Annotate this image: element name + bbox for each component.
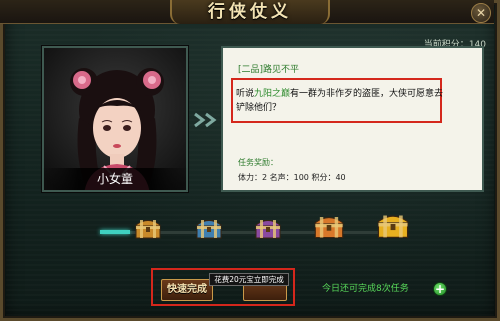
plus-icon: + bbox=[434, 282, 446, 296]
location-link[interactable]: 九阳之巅 bbox=[254, 89, 290, 99]
desc-prefix: 听说 bbox=[236, 89, 255, 99]
quest-title: [二品]路见不平 bbox=[238, 65, 300, 75]
rewards-label: 任务奖励： bbox=[238, 158, 278, 167]
daily-remaining: 今日还可完成8次任务 bbox=[322, 284, 409, 294]
gold-chest-icon[interactable] bbox=[376, 208, 410, 240]
cost-tooltip: 花费20元宝立即完成 bbox=[209, 273, 289, 286]
quick-complete-button[interactable]: 快速完成 bbox=[161, 279, 213, 301]
progress-fill bbox=[100, 230, 130, 234]
quest-description: 听说九阳之巅有一群为非作歹的盗匪，大侠可愿意去 bbox=[236, 86, 444, 100]
quest-description-line2: 铲除他们？ bbox=[236, 103, 282, 113]
desc-suffix: 有一群为非作歹的盗匪，大侠可愿意去 bbox=[290, 89, 444, 99]
add-attempts-button[interactable]: + bbox=[433, 282, 447, 296]
orange-chest-icon[interactable] bbox=[313, 210, 345, 240]
rewards-values: 体力：2 名声：100 积分：40 bbox=[238, 173, 346, 182]
close-icon: ✕ bbox=[475, 6, 487, 20]
close-button[interactable]: ✕ bbox=[471, 3, 491, 23]
purple-chest-icon[interactable] bbox=[254, 214, 282, 240]
double-chevron-right-icon bbox=[194, 112, 217, 128]
npc-name: 小女童 bbox=[42, 168, 188, 190]
blue-chest-icon[interactable] bbox=[195, 214, 223, 240]
window-title: 行侠仗义 bbox=[208, 2, 292, 22]
bronze-chest-icon[interactable] bbox=[134, 214, 162, 240]
